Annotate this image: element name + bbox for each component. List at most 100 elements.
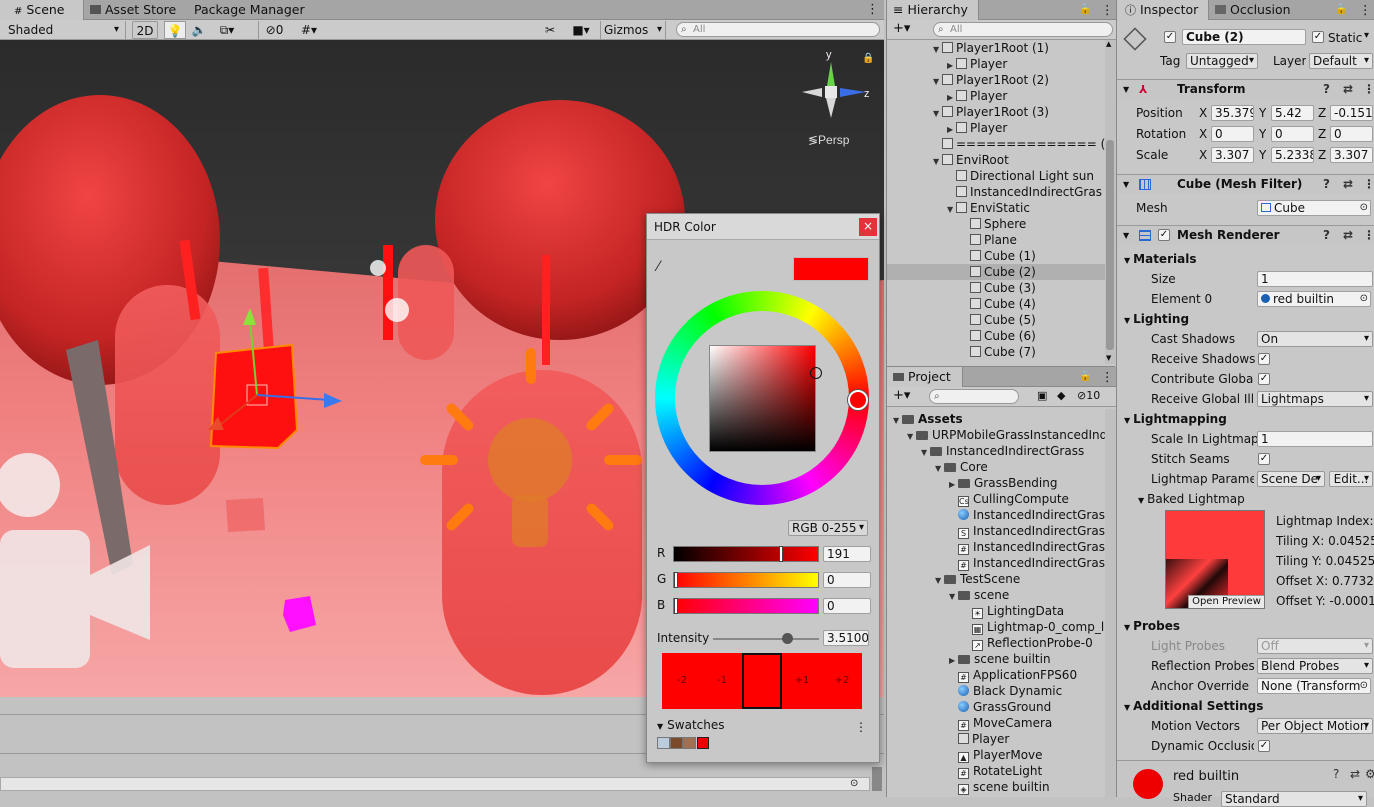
hierarchy-item[interactable]: ▼ Player1Root (1): [887, 40, 1105, 56]
create-button[interactable]: +▾: [893, 21, 910, 36]
motion-vectors-dropdown[interactable]: Per Object Motion: [1257, 718, 1373, 734]
hierarchy-item[interactable]: Cube (5): [887, 312, 1105, 328]
color-mode-dropdown[interactable]: RGB 0-255: [788, 520, 868, 536]
hue-cursor[interactable]: [848, 390, 868, 410]
swatches-foldout[interactable]: ▼ Swatches: [657, 718, 724, 732]
contribute-gi-checkbox[interactable]: ✓: [1258, 373, 1270, 385]
swatches-menu-icon[interactable]: ⋮: [855, 720, 867, 734]
mesh-object-field[interactable]: Cube ⊙: [1257, 200, 1371, 216]
toggle-2d-button[interactable]: 2D: [132, 21, 158, 39]
hierarchy-item[interactable]: Cube (2): [887, 264, 1105, 280]
filter-label-icon[interactable]: ◆: [1057, 389, 1065, 402]
preset-icon[interactable]: ⇄: [1343, 175, 1353, 194]
triangle-down-icon[interactable]: ▼: [921, 445, 930, 459]
swatch-1[interactable]: [657, 737, 670, 749]
tab-asset-store[interactable]: Asset Store: [90, 0, 180, 20]
project-item[interactable]: Black Dynamic: [887, 683, 1105, 699]
component-menu-icon[interactable]: ⋮: [1363, 80, 1374, 99]
audio-toggle-icon[interactable]: 🔈: [188, 21, 210, 39]
preset-icon[interactable]: ⇄: [1343, 80, 1353, 99]
active-checkbox[interactable]: ✓: [1164, 31, 1176, 43]
project-item[interactable]: ▶ GrassBending: [887, 475, 1105, 491]
hierarchy-scrollbar[interactable]: ▲ ▼: [1105, 40, 1115, 364]
object-picker-icon[interactable]: ⊙: [1360, 201, 1368, 215]
project-item[interactable]: GrassGround: [887, 699, 1105, 715]
project-item[interactable]: ◈ scene builtin: [887, 779, 1105, 795]
receive-shadows-checkbox[interactable]: ✓: [1258, 353, 1270, 365]
triangle-down-icon[interactable]: ▼: [949, 589, 958, 603]
project-item[interactable]: ☀ LightingData: [887, 603, 1105, 619]
preset-icon[interactable]: ⇄: [1350, 767, 1360, 781]
transform-x-field[interactable]: 35.379: [1211, 105, 1254, 121]
transform-y-field[interactable]: 5.2338: [1271, 147, 1314, 163]
gizmos-dropdown[interactable]: Gizmos ▾: [600, 21, 666, 39]
lock-icon[interactable]: 🔒: [862, 52, 874, 64]
swatch-current[interactable]: [742, 653, 782, 709]
effects-toggle-icon[interactable]: ⧉▾: [212, 21, 242, 39]
help-icon[interactable]: ?: [1323, 226, 1330, 245]
project-item[interactable]: S InstancedIndirectGrass: [887, 523, 1105, 539]
console-input[interactable]: [0, 777, 870, 791]
project-item[interactable]: ▼ URPMobileGrassInstancedInd: [887, 427, 1105, 443]
project-search-input[interactable]: [929, 389, 1019, 404]
materials-size-field[interactable]: 1: [1257, 271, 1373, 287]
swatch-plus1[interactable]: +1: [782, 653, 822, 709]
tab-project[interactable]: Project: [887, 367, 963, 387]
channel-r-value[interactable]: 191: [823, 546, 871, 562]
triangle-right-icon[interactable]: ▶: [949, 477, 958, 491]
transform-z-field[interactable]: -0.151: [1330, 105, 1373, 121]
tools-icon[interactable]: ✂: [540, 21, 560, 39]
triangle-down-icon[interactable]: ▼: [933, 42, 942, 56]
eyedropper-icon[interactable]: ⁄: [657, 259, 659, 275]
transform-header[interactable]: ▼ ⅄ Transform ? ⇄ ⋮: [1117, 79, 1374, 99]
hidden-packages-toggle[interactable]: ⊘10: [1077, 389, 1100, 402]
scene-search-input[interactable]: All: [676, 22, 880, 37]
project-item[interactable]: # ApplicationFPS60: [887, 667, 1105, 683]
project-item[interactable]: # InstancedIndirectGrass: [887, 539, 1105, 555]
transform-z-field[interactable]: 0: [1330, 126, 1373, 142]
element0-object-field[interactable]: red builtin ⊙: [1257, 291, 1371, 307]
close-button[interactable]: ×: [859, 218, 877, 236]
project-item[interactable]: ▼ Core: [887, 459, 1105, 475]
gameobject-name-field[interactable]: Cube (2): [1182, 29, 1306, 45]
lock-icon[interactable]: 🔒: [1079, 367, 1091, 387]
lighting-foldout[interactable]: ▼ Lighting: [1124, 311, 1189, 329]
hierarchy-item[interactable]: ▶ Player: [887, 88, 1105, 104]
inspector-menu-icon[interactable]: ⋮: [1359, 0, 1372, 20]
hierarchy-item[interactable]: ▼ EnviStatic: [887, 200, 1105, 216]
hdr-color-window[interactable]: HDR Color × ⁄ RGB 0-255 R 191 G 0 B 0 In…: [646, 213, 880, 763]
scene-menu-icon[interactable]: ⋮: [866, 0, 879, 20]
project-item[interactable]: # RotateLight: [887, 763, 1105, 779]
layer-dropdown[interactable]: Default: [1309, 53, 1373, 69]
component-menu-icon[interactable]: ⋮: [1363, 226, 1374, 245]
lightmap-params-edit-button[interactable]: Edit...: [1329, 471, 1373, 487]
probes-foldout[interactable]: ▼ Probes: [1124, 618, 1180, 636]
channel-g-value[interactable]: 0: [823, 572, 871, 588]
intensity-slider[interactable]: [713, 633, 819, 644]
hierarchy-item[interactable]: ▼ Player1Root (3): [887, 104, 1105, 120]
lightmapping-foldout[interactable]: ▼ Lightmapping: [1124, 411, 1227, 429]
hierarchy-item[interactable]: Cube (4): [887, 296, 1105, 312]
materials-foldout[interactable]: ▼ Materials: [1124, 251, 1196, 269]
transform-y-field[interactable]: 0: [1271, 126, 1314, 142]
tab-hierarchy[interactable]: ≡ Hierarchy: [887, 0, 979, 20]
triangle-right-icon[interactable]: ▶: [947, 122, 956, 136]
intensity-thumb[interactable]: [782, 633, 794, 644]
component-menu-icon[interactable]: ⋮: [1363, 175, 1374, 194]
receive-gi-dropdown[interactable]: Lightmaps: [1257, 391, 1373, 407]
lock-icon[interactable]: 🔒: [1335, 0, 1347, 20]
mesh-filter-header[interactable]: ▼ Cube (Mesh Filter) ? ⇄ ⋮: [1117, 174, 1374, 194]
help-icon[interactable]: ?: [1333, 767, 1339, 781]
hierarchy-item[interactable]: ============== (1): [887, 136, 1105, 152]
hierarchy-item[interactable]: Cube (1): [887, 248, 1105, 264]
mesh-renderer-header[interactable]: ▼ ✓ Mesh Renderer ? ⇄ ⋮: [1117, 225, 1374, 245]
channel-r-slider[interactable]: [673, 546, 819, 562]
help-icon[interactable]: ?: [1323, 175, 1330, 194]
project-item[interactable]: ▦ Lightmap-0_comp_li: [887, 619, 1105, 635]
triangle-down-icon[interactable]: ▼: [907, 429, 916, 443]
project-item[interactable]: ▼ TestScene: [887, 571, 1105, 587]
triangle-down-icon[interactable]: ▼: [933, 106, 942, 120]
triangle-right-icon[interactable]: ▶: [947, 90, 956, 104]
channel-b-value[interactable]: 0: [823, 598, 871, 614]
swatch-2[interactable]: [670, 737, 683, 749]
